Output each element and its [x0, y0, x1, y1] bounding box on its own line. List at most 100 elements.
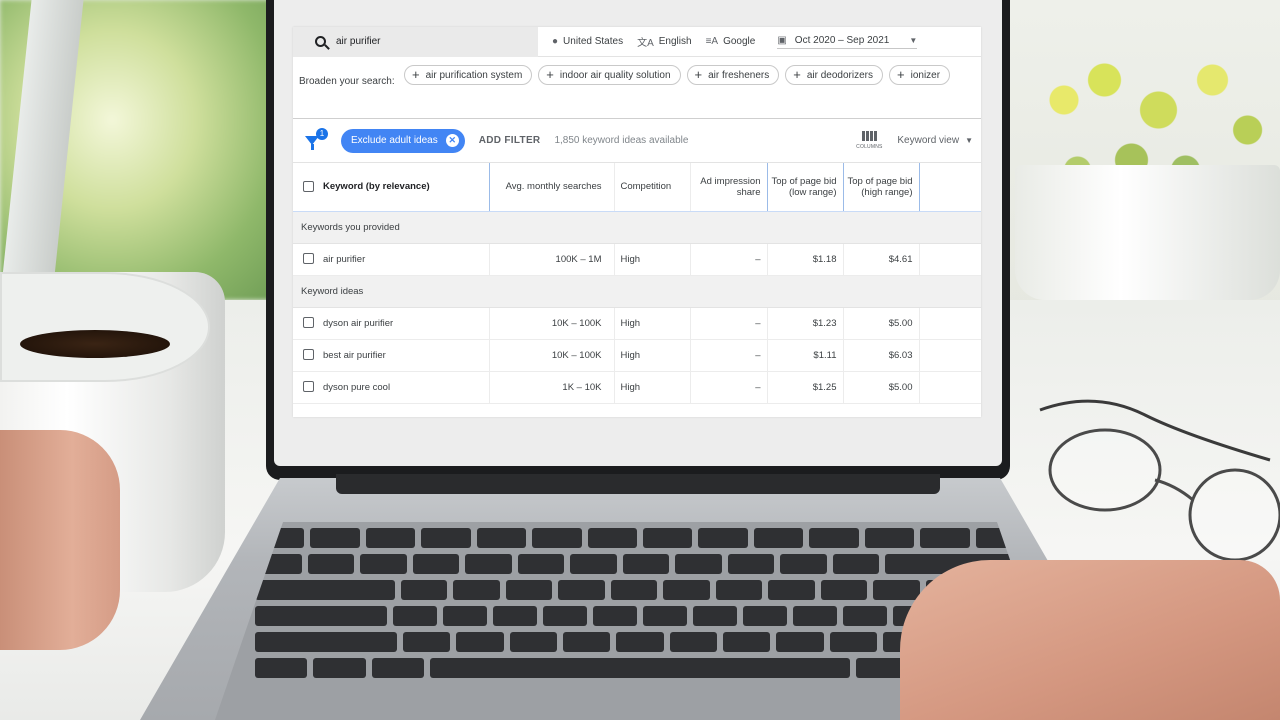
cell-bid-low: $1.23 [767, 307, 844, 340]
keyword-planner: air purifier ● United States 文A English … [293, 26, 981, 417]
row-checkbox[interactable] [302, 317, 314, 329]
cell-bid-low: $1.25 [767, 371, 844, 404]
cell-spacer [919, 243, 981, 276]
cell-avg-searches: 1K – 10K [489, 371, 615, 404]
plus-icon: + [412, 67, 420, 82]
left-hand [0, 430, 120, 650]
search-query: air purifier [336, 36, 381, 47]
broaden-search: Broaden your search: + air purification s… [293, 57, 981, 119]
header-avg-searches[interactable]: Avg. monthly searches [489, 163, 615, 212]
plus-icon: + [897, 67, 905, 82]
cell-bid-low: $1.18 [767, 243, 844, 276]
cell-spacer [919, 339, 981, 372]
header-competition[interactable]: Competition [614, 163, 691, 212]
chip-label: air deodorizers [806, 69, 873, 81]
row-checkbox-cell [293, 371, 323, 404]
date-range-label: Oct 2020 – Sep 2021 [794, 34, 890, 46]
table-row[interactable]: dyson air purifier 10K – 100K High – $1.… [293, 307, 981, 340]
translate-icon: 文A [637, 38, 654, 49]
filter-bar: 1 Exclude adult ideas ✕ ADD FILTER 1,850… [293, 119, 981, 163]
chip-air-fresheners[interactable]: + air fresheners [686, 65, 780, 85]
network-label: Google [723, 36, 756, 47]
row-checkbox-cell [293, 339, 323, 372]
cell-impression-share: – [690, 339, 768, 372]
header-keyword[interactable]: Keyword (by relevance) [323, 163, 490, 212]
laptop-hinge [336, 474, 940, 494]
eyeglasses [1039, 399, 1280, 562]
broaden-chips: + air purification system + indoor air qua… [404, 65, 964, 110]
cell-bid-high: $4.61 [843, 243, 920, 276]
chip-label: air purification system [425, 69, 523, 81]
cell-competition: High [614, 371, 691, 404]
table-row[interactable]: dyson pure cool 1K – 10K High – $1.25 $5… [293, 371, 981, 404]
header-bid-high[interactable]: Top of page bid (high range) [843, 163, 920, 212]
targeting-bar: air purifier ● United States 文A English … [293, 26, 981, 57]
group-row-provided: Keywords you provided [293, 211, 981, 244]
chip-indoor-air-quality-solution[interactable]: + indoor air quality solution [538, 65, 681, 85]
row-checkbox[interactable] [302, 253, 314, 265]
header-impression-share[interactable]: Ad impression share [690, 163, 768, 212]
cell-competition: High [614, 307, 691, 340]
add-filter-button[interactable]: ADD FILTER [479, 135, 541, 146]
row-checkbox[interactable] [302, 381, 314, 393]
coffee [20, 330, 170, 358]
cell-spacer [919, 371, 981, 404]
search-input[interactable]: air purifier [293, 26, 538, 57]
keyword-view-select[interactable]: Keyword view ▼ [897, 135, 973, 146]
filter-count-badge: 1 [316, 127, 328, 140]
group-label: Keyword ideas [293, 275, 981, 308]
location-selector[interactable]: ● United States [552, 36, 623, 47]
table-row[interactable]: air purifier 100K – 1M High – $1.18 $4.6… [293, 243, 981, 276]
chevron-down-icon: ▼ [909, 35, 918, 45]
language-selector[interactable]: 文A English [637, 34, 691, 49]
chip-label: ionizer [910, 69, 941, 81]
chip-air-purification-system[interactable]: + air purification system [404, 65, 533, 85]
cell-impression-share: – [690, 371, 768, 404]
columns-button[interactable]: COLUMNS [851, 131, 887, 150]
ideas-available-count: 1,850 keyword ideas available [554, 135, 689, 146]
table-header-row: Keyword (by relevance) Avg. monthly sear… [293, 163, 981, 212]
header-bid-low[interactable]: Top of page bid (low range) [767, 163, 844, 212]
cell-competition: High [614, 243, 691, 276]
cell-keyword: air purifier [323, 243, 490, 276]
header-spacer [919, 163, 981, 212]
broaden-label: Broaden your search: [299, 76, 395, 87]
group-row-ideas: Keyword ideas [293, 275, 981, 308]
network-icon: ≡A [705, 36, 719, 47]
cell-keyword: dyson pure cool [323, 371, 490, 404]
location-label: United States [563, 36, 624, 47]
chip-air-deodorizers[interactable]: + air deodorizers [785, 65, 883, 85]
chip-label: air fresheners [708, 69, 770, 81]
network-selector[interactable]: ≡A Google [706, 36, 756, 47]
chip-ionizer[interactable]: + ionizer [889, 65, 951, 85]
select-all-checkbox-cell [293, 163, 323, 212]
filter-pill-label: Exclude adult ideas [351, 135, 438, 146]
plus-icon: + [793, 67, 801, 82]
location-pin-icon: ● [552, 36, 559, 47]
calendar-icon: ▣ [777, 34, 787, 46]
search-icon [315, 36, 326, 47]
close-icon[interactable]: ✕ [445, 134, 459, 147]
select-all-checkbox[interactable] [302, 181, 314, 193]
table-row[interactable]: best air purifier 10K – 100K High – $1.1… [293, 339, 981, 372]
date-range-selector[interactable]: ▣ Oct 2020 – Sep 2021 ▼ [777, 34, 918, 49]
cell-bid-high: $5.00 [843, 371, 920, 404]
cell-bid-low: $1.11 [767, 339, 844, 372]
chip-label: indoor air quality solution [559, 69, 671, 81]
plant-pot [1015, 165, 1280, 300]
right-hand [900, 560, 1280, 720]
language-label: English [658, 36, 692, 47]
view-label: Keyword view [897, 135, 960, 146]
group-label: Keywords you provided [293, 211, 981, 244]
row-checkbox-cell [293, 307, 323, 340]
exclude-adult-ideas-filter[interactable]: Exclude adult ideas ✕ [341, 128, 465, 153]
mug-rim [0, 272, 210, 382]
cell-keyword: best air purifier [323, 339, 490, 372]
cell-impression-share: – [690, 243, 768, 276]
cell-bid-high: $6.03 [843, 339, 920, 372]
cell-avg-searches: 10K – 100K [489, 307, 615, 340]
row-checkbox[interactable] [302, 349, 314, 361]
filter-icon[interactable]: 1 [305, 127, 328, 150]
cell-impression-share: – [690, 307, 768, 340]
row-checkbox-cell [293, 243, 323, 276]
